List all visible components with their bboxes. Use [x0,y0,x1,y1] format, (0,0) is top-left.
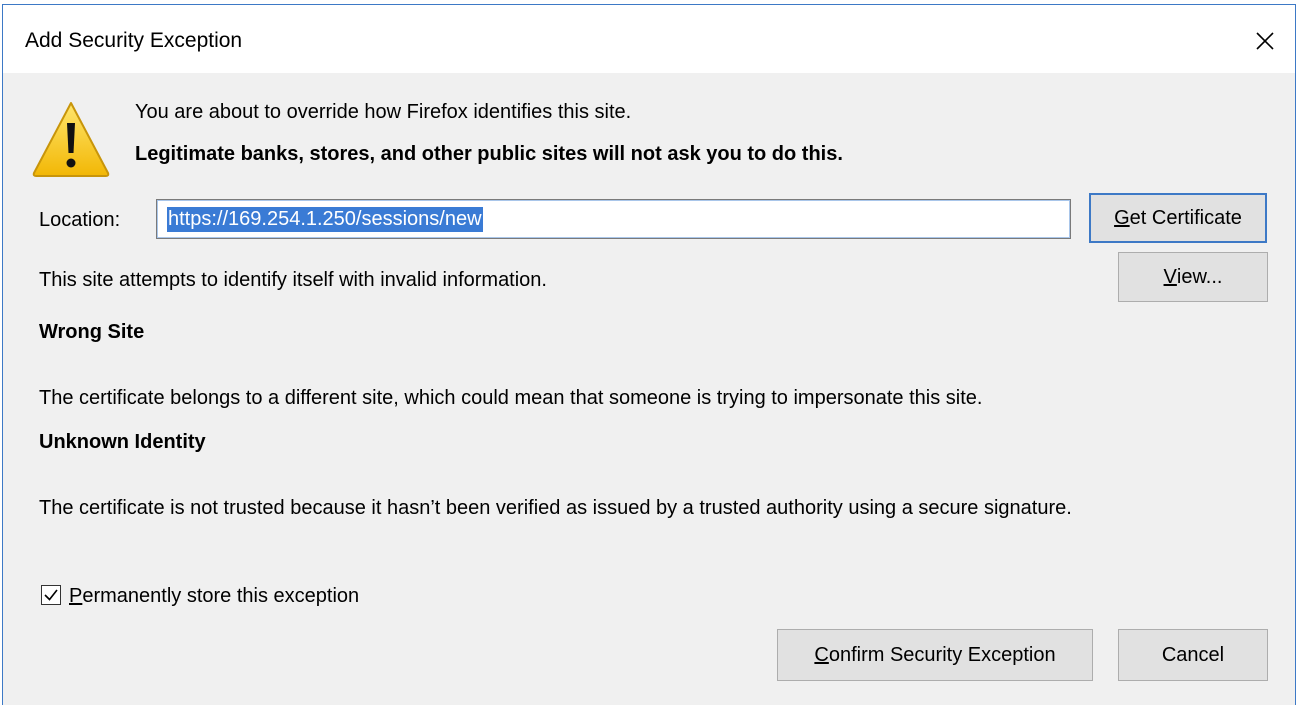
view-accesskey: V [1163,265,1177,288]
unknown-identity-text: The certificate is not trusted because i… [39,497,1072,519]
status-intro: This site attempts to identify itself wi… [39,269,547,291]
location-value: https://169.254.1.250/sessions/new [167,206,483,232]
confirm-label: onfirm Security Exception [828,643,1056,666]
warning-line-1: You are about to override how Firefox id… [135,101,632,123]
wrong-site-heading: Wrong Site [39,321,145,343]
unknown-identity-heading: Unknown Identity [39,431,206,453]
get-certificate-button[interactable]: Get Certificate [1089,193,1267,243]
get-certificate-label: et Certificate [1129,206,1242,229]
title-bar: Add Security Exception [3,5,1295,73]
location-label: Location: [39,209,121,231]
confirm-security-exception-button[interactable]: Confirm Security Exception [777,629,1093,681]
warning-line-2: Legitimate banks, stores, and other publ… [135,143,843,165]
close-button[interactable] [1247,23,1283,59]
get-certificate-accesskey: G [1114,206,1130,229]
wrong-site-text: The certificate belongs to a different s… [39,387,983,409]
view-label: iew... [1176,265,1223,288]
cancel-label: Cancel [1161,643,1225,666]
confirm-accesskey: C [814,643,829,666]
permanent-accesskey: P [69,585,83,607]
security-exception-dialog: Add Security Exception You are about to … [2,4,1296,705]
permanent-label[interactable]: Permanently store this exception [69,585,359,608]
permanent-label-text: ermanently store this exception [82,585,360,607]
location-input[interactable]: https://169.254.1.250/sessions/new [156,199,1071,239]
close-icon [1256,32,1274,50]
view-button[interactable]: View... [1118,252,1268,302]
cancel-button[interactable]: Cancel [1118,629,1268,681]
dialog-title: Add Security Exception [25,29,243,52]
permanent-checkbox[interactable] [41,585,61,605]
checkmark-icon [44,589,58,601]
warning-triangle-icon [32,102,110,177]
